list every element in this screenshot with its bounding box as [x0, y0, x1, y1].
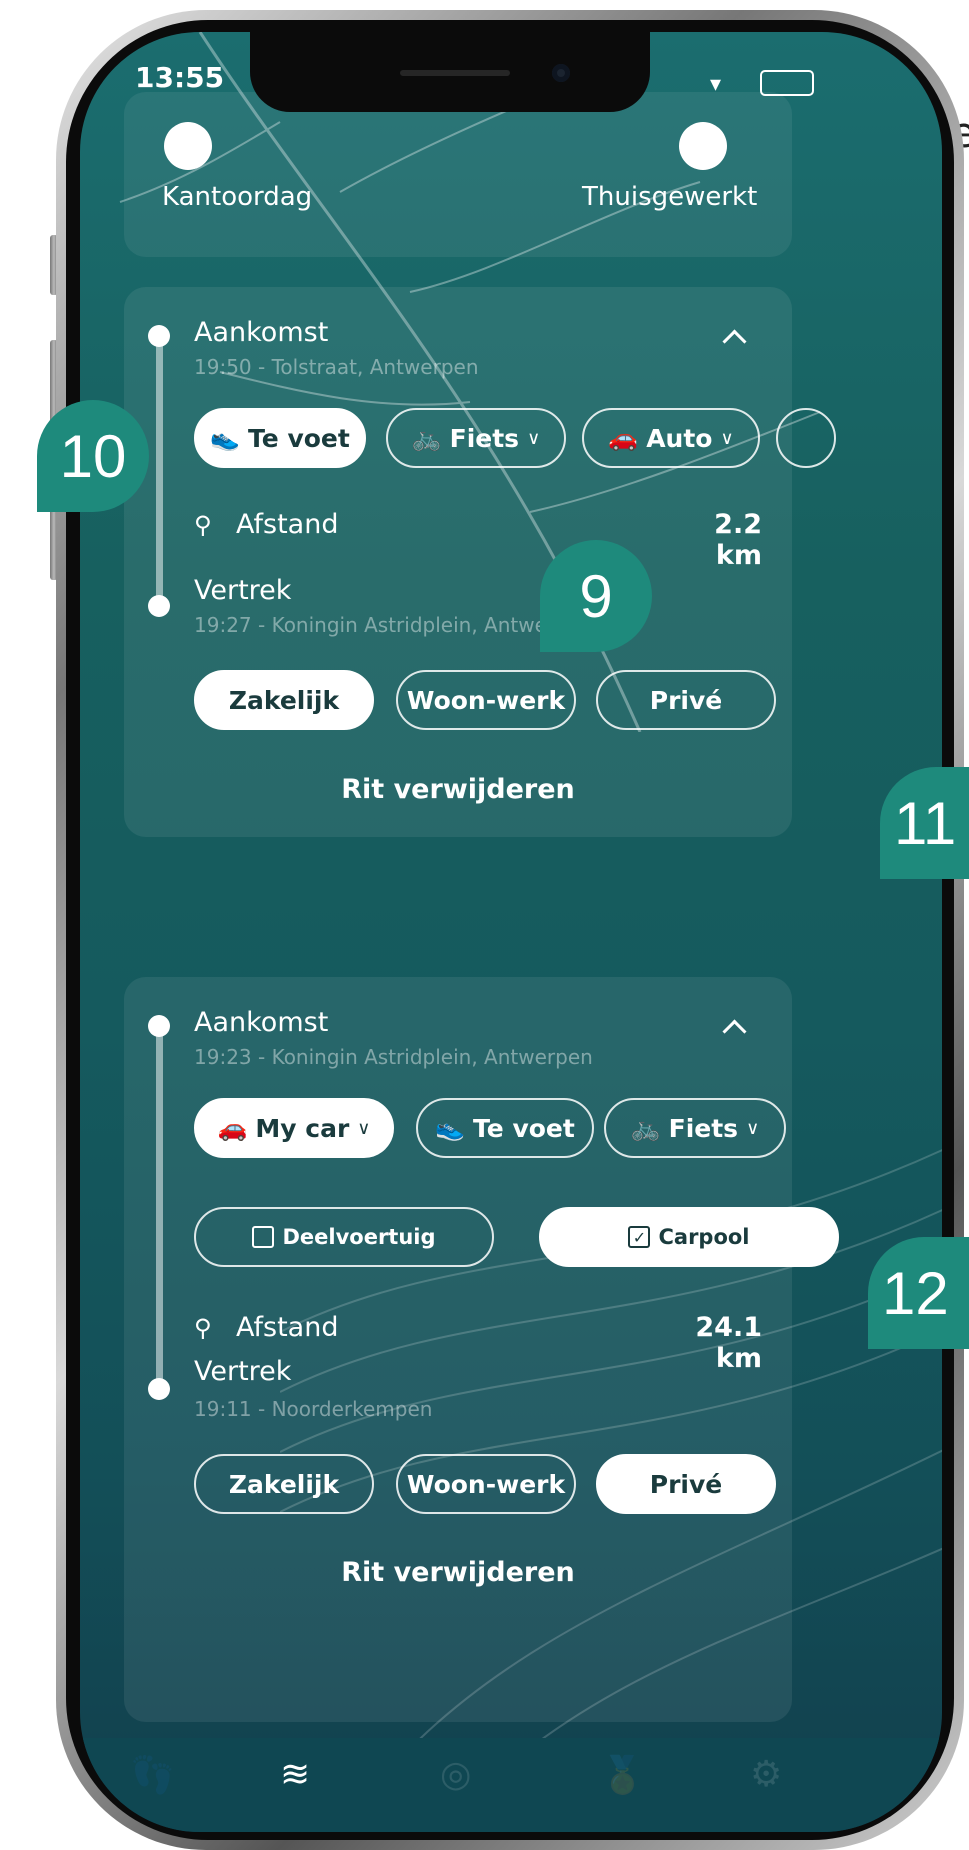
arrival-detail: 19:50 - Tolstraat, Antwerpen	[194, 355, 479, 379]
trip-timeline	[156, 335, 163, 605]
purpose-label: Privé	[649, 685, 723, 715]
checkbox-unchecked-icon	[252, 1226, 275, 1248]
departure-dot	[148, 1378, 170, 1400]
app-screen: 13:55 ▾ Kantoordag Thuisgewerkt Aankomst…	[80, 32, 942, 1832]
arrival-label: Aankomst	[194, 317, 329, 348]
office-day-label[interactable]: Kantoordag	[162, 182, 312, 212]
arrival-dot	[148, 1015, 170, 1037]
distance-value: 2.2 km	[714, 509, 762, 571]
distance-pin-icon: ⚲	[194, 511, 212, 539]
purpose-business-button[interactable]: Zakelijk	[194, 1454, 374, 1514]
departure-detail: 19:11 - Noorderkempen	[194, 1397, 433, 1421]
phone-notch	[250, 32, 650, 112]
home-work-label[interactable]: Thuisgewerkt	[582, 182, 757, 212]
delete-trip-button[interactable]: Rit verwijderen	[124, 1557, 792, 1588]
purpose-label: Zakelijk	[228, 685, 340, 715]
mode-label: Fiets	[449, 423, 520, 453]
trip-card: Aankomst 19:23 - Koningin Astridplein, A…	[124, 977, 839, 1722]
mode-more-button[interactable]	[776, 408, 836, 468]
mode-walk-button[interactable]: 👟 Te voet	[416, 1098, 594, 1158]
purpose-commute-button[interactable]: Woon-werk	[396, 670, 576, 730]
toggle-office-knob[interactable]	[164, 122, 212, 170]
distance-pin-icon: ⚲	[194, 1314, 212, 1342]
distance-value: 24.1 km	[695, 1312, 762, 1374]
option-shared-vehicle[interactable]: Deelvoertuig	[194, 1207, 494, 1267]
callout-badge: 10	[37, 400, 149, 512]
departure-dot	[148, 595, 170, 617]
purpose-private-button[interactable]: Privé	[596, 1454, 776, 1514]
mode-walk-button[interactable]: 👟 Te voet	[194, 408, 366, 468]
purpose-label: Woon-werk	[406, 685, 566, 715]
mode-label: Auto	[646, 423, 713, 453]
purpose-private-button[interactable]: Privé	[596, 670, 776, 730]
workday-toggle-card: Kantoordag Thuisgewerkt	[124, 92, 792, 257]
mode-label: Te voet	[473, 1113, 575, 1143]
purpose-label: Woon-werk	[406, 1469, 566, 1499]
mode-car-button[interactable]: 🚗 Auto ∨	[582, 408, 760, 468]
purpose-commute-button[interactable]: Woon-werk	[396, 1454, 576, 1514]
mode-bike-button[interactable]: 🚲 Fiets ∨	[386, 408, 566, 468]
option-carpool[interactable]: ✓ Carpool	[539, 1207, 839, 1267]
trip-timeline	[156, 1025, 163, 1388]
mode-mycar-button[interactable]: 🚗 My car ∨	[194, 1098, 394, 1158]
delete-trip-button[interactable]: Rit verwijderen	[124, 774, 792, 805]
collapse-chevron-icon[interactable]	[722, 329, 747, 354]
medal-icon[interactable]: 🏅	[600, 1754, 645, 1796]
mode-label: Te voet	[248, 423, 350, 453]
shoe-icon: 👟	[435, 1114, 466, 1142]
car-icon: 🚗	[217, 1114, 248, 1142]
distance-label: Afstand	[236, 1312, 339, 1343]
option-label: Deelvoertuig	[282, 1225, 436, 1249]
arrival-label: Aankomst	[194, 1007, 329, 1038]
arrival-detail: 19:23 - Koningin Astridplein, Antwerpen	[194, 1045, 593, 1069]
speaker-grille	[400, 70, 510, 76]
mode-label: My car	[255, 1113, 350, 1143]
departure-label: Vertrek	[194, 575, 292, 606]
departure-detail: 19:27 - Koningin Astridplein, Antwerpen	[194, 613, 593, 637]
chevron-down-icon: ∨	[357, 1117, 371, 1139]
status-time: 13:55	[135, 61, 225, 94]
purpose-label: Zakelijk	[228, 1469, 340, 1499]
departure-label: Vertrek	[194, 1356, 292, 1387]
trip-card: Aankomst 19:50 - Tolstraat, Antwerpen 👟 …	[124, 287, 836, 837]
mode-label: Fiets	[668, 1113, 739, 1143]
settings-icon[interactable]: ⚙	[750, 1754, 782, 1795]
steps-icon[interactable]: 👣	[130, 1754, 175, 1796]
collapse-chevron-icon[interactable]	[722, 1019, 747, 1044]
front-camera	[552, 64, 570, 82]
chevron-down-icon: ∨	[527, 427, 541, 449]
car-icon: 🚗	[608, 424, 639, 452]
bicycle-icon: 🚲	[411, 424, 442, 452]
mode-bike-button[interactable]: 🚲 Fiets ∨	[604, 1098, 786, 1158]
wheel-icon[interactable]: ◎	[440, 1754, 471, 1795]
shoe-icon: 👟	[210, 424, 241, 452]
bottom-navigation: 👣 ≋ ◎ 🏅 ⚙	[80, 1738, 942, 1832]
distance-label: Afstand	[236, 509, 339, 540]
purpose-label: Privé	[649, 1469, 723, 1499]
callout-badge: 12	[868, 1237, 969, 1349]
callout-badge: 9	[540, 540, 652, 652]
bicycle-icon: 🚲	[630, 1114, 661, 1142]
purpose-business-button[interactable]: Zakelijk	[194, 670, 374, 730]
option-label: Carpool	[658, 1225, 750, 1249]
chevron-down-icon: ∨	[746, 1117, 760, 1139]
trips-icon[interactable]: ≋	[280, 1754, 310, 1795]
chevron-down-icon: ∨	[720, 427, 734, 449]
arrival-dot	[148, 325, 170, 347]
checkbox-checked-icon: ✓	[628, 1226, 651, 1248]
toggle-home-knob[interactable]	[679, 122, 727, 170]
